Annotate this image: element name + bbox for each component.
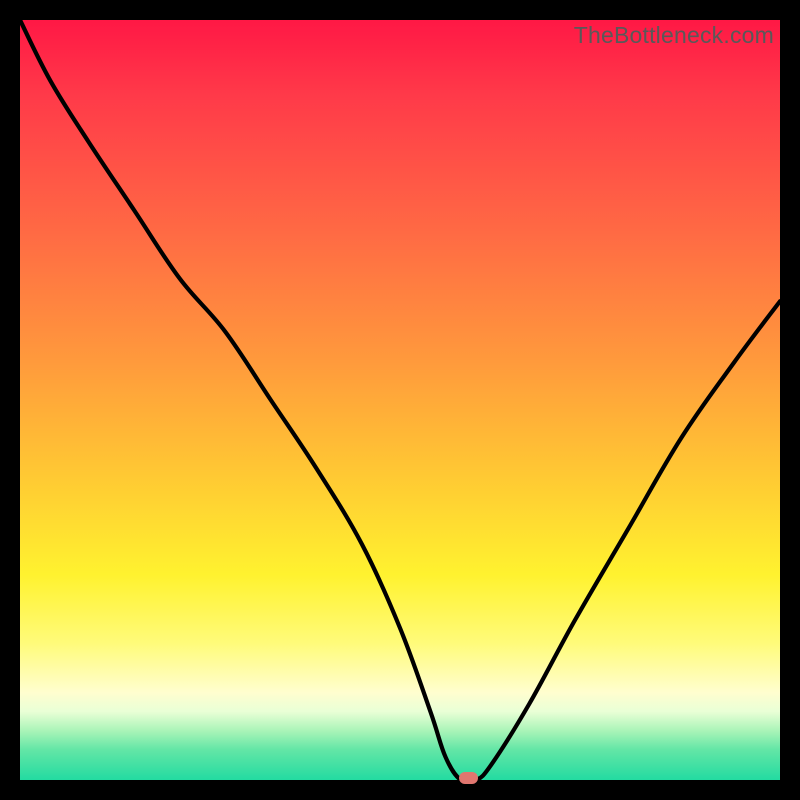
optimum-marker: [459, 772, 478, 784]
plot-area: TheBottleneck.com: [20, 20, 780, 780]
curve-layer: [20, 20, 780, 780]
chart-stage: TheBottleneck.com: [0, 0, 800, 800]
bottleneck-curve: [20, 20, 780, 783]
